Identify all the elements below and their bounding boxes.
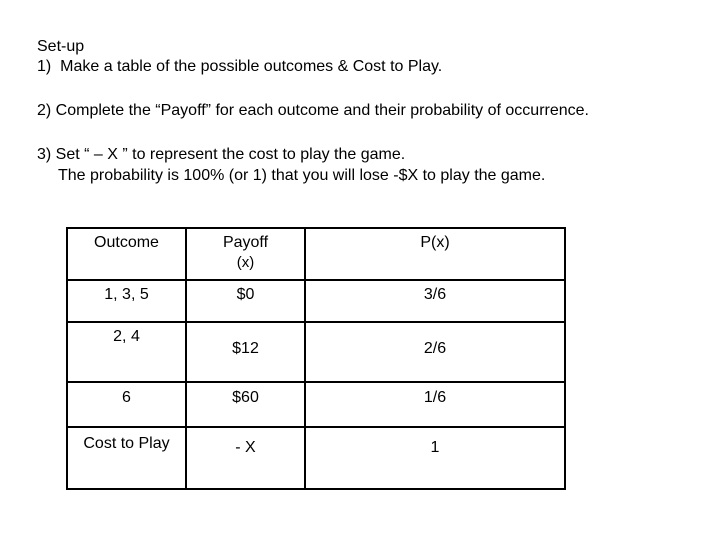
cell-payoff: - X	[185, 426, 306, 490]
cell-outcome: 6	[66, 381, 187, 428]
cell-payoff: $60	[185, 381, 306, 428]
header-outcome: Outcome	[66, 227, 187, 281]
cell-probability: 3/6	[304, 279, 566, 323]
cell-outcome: 2, 4	[66, 321, 187, 383]
step-1-text: 1) Make a table of the possible outcomes…	[37, 58, 443, 75]
cell-probability: 1/6	[304, 381, 566, 428]
step-2-text: 2) Complete the “Payoff” for each outcom…	[37, 102, 589, 119]
cell-probability: 2/6	[304, 321, 566, 383]
header-payoff-label: Payoff	[222, 234, 269, 251]
table-row: 2, 4 $12 2/6	[66, 321, 566, 383]
cell-payoff: $0	[185, 279, 306, 323]
cell-outcome: 1, 3, 5	[66, 279, 187, 323]
step-3-detail-text: The probability is 100% (or 1) that you …	[58, 167, 546, 184]
header-probability: P(x)	[304, 227, 566, 281]
setup-title: Set-up	[37, 38, 85, 55]
cell-probability: 1	[304, 426, 566, 490]
header-payoff: Payoff (x)	[185, 227, 306, 281]
payoff-table: Outcome Payoff (x) P(x) 1, 3, 5 $0 3/6 2,…	[66, 227, 566, 490]
table-row: 6 $60 1/6	[66, 381, 566, 428]
cell-outcome: Cost to Play	[66, 426, 187, 490]
step-3-text: 3) Set “ – X ” to represent the cost to …	[37, 146, 406, 163]
table-row: Cost to Play - X 1	[66, 426, 566, 490]
header-payoff-sub: (x)	[236, 254, 255, 271]
table-row: 1, 3, 5 $0 3/6	[66, 279, 566, 323]
table-header-row: Outcome Payoff (x) P(x)	[66, 227, 566, 281]
cell-payoff: $12	[185, 321, 306, 383]
